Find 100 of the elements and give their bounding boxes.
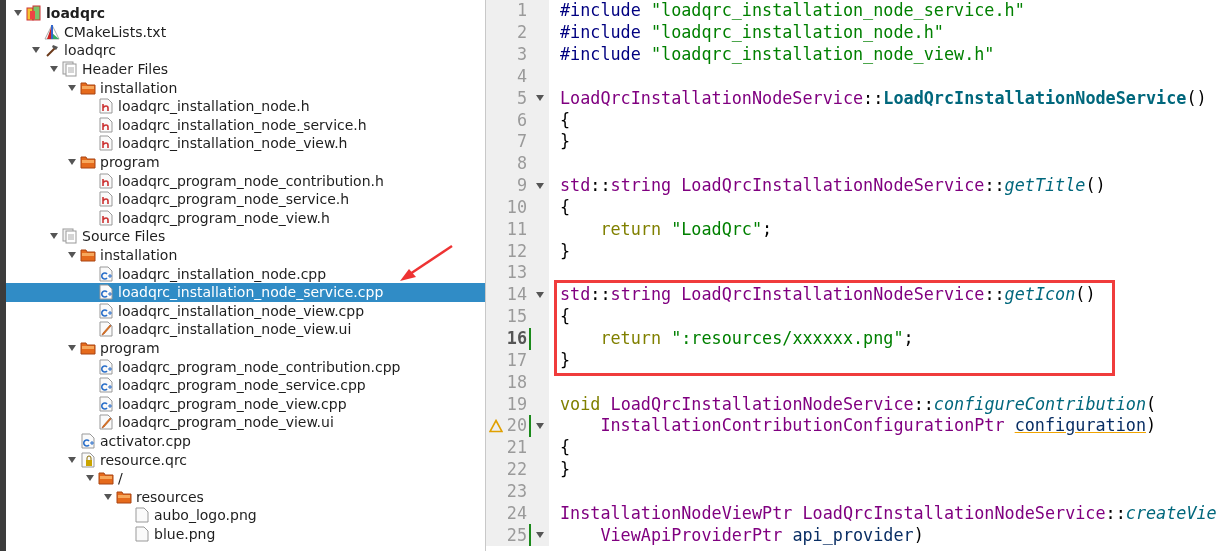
tree-item[interactable]: resources	[6, 487, 485, 507]
tree-item[interactable]: aubo_logo.png	[6, 506, 485, 525]
folder-icon	[80, 79, 96, 96]
locked-file-icon	[80, 451, 96, 468]
tree-item[interactable]: loadqrc_program_node_view.ui	[6, 413, 485, 432]
tree-item-label: program	[100, 153, 160, 172]
tree-item[interactable]: loadqrc_installation_node_view.cpp	[6, 301, 485, 321]
tree-item[interactable]: /	[6, 468, 485, 488]
code-line: {	[559, 436, 571, 460]
code-line: InstallationContributionConfigurationPtr configuration)	[599, 414, 1157, 438]
line-number: 14	[505, 283, 528, 307]
tree-item[interactable]: installation	[6, 78, 485, 97]
source-file-icon	[98, 358, 114, 375]
code-line: {	[559, 108, 571, 132]
line-number: 3	[515, 43, 528, 66]
line-number: 12	[505, 239, 528, 263]
line-number: 1	[515, 0, 528, 23]
line-number: 17	[505, 348, 528, 372]
tree-item-label: loadqrc_installation_node_service.cpp	[118, 283, 384, 302]
code-line: void LoadQrcInstallationNodeService::configureContribution(	[559, 392, 1157, 416]
line-number: 19	[505, 392, 528, 416]
code-line: {	[559, 195, 571, 219]
source-file-icon	[98, 377, 114, 394]
tree-item-label: installation	[100, 78, 178, 97]
header-file-icon	[98, 172, 114, 189]
tree-item[interactable]: loadqrc_installation_node.cpp	[6, 264, 485, 283]
fold-arrow-icon[interactable]	[535, 532, 545, 539]
code-line: ViewApiProviderPtr api_provider)	[599, 523, 924, 547]
folder-icon	[80, 340, 96, 356]
tree-item[interactable]: loadqrc_program_node_view.h	[6, 208, 485, 228]
fold-arrow-icon[interactable]	[535, 95, 545, 102]
tree-item[interactable]: loadqrc_program_node_service.cpp	[6, 375, 485, 395]
header-file-icon	[98, 191, 114, 208]
tree-item[interactable]: CMakeLists.txt	[6, 22, 485, 42]
tree-item[interactable]: loadqrc_installation_node_service.cpp	[6, 282, 485, 302]
line-number: 25	[505, 523, 528, 547]
tree-item[interactable]: activator.cpp	[6, 431, 485, 451]
line-number: 9	[515, 174, 528, 198]
tree-item[interactable]: resource.qrc	[6, 450, 485, 469]
tree-item-label: blue.png	[154, 524, 216, 543]
tree-item[interactable]: loadqrc_program_node_view.cpp	[6, 394, 485, 414]
tree-item[interactable]: loadqrc	[6, 41, 485, 60]
tree-item-label: loadqrc_installation_node.cpp	[118, 264, 327, 283]
tree-item[interactable]: loadqrc_installation_node_view.ui	[6, 320, 485, 339]
tree-item-label: loadqrc_program_node_view.h	[118, 208, 330, 227]
tree-item[interactable]: Header Files	[6, 59, 485, 79]
tree-item-label: aubo_logo.png	[154, 506, 257, 525]
tree-item[interactable]: program	[6, 152, 485, 172]
tree-item-label: loadqrc_installation_node.h	[118, 97, 310, 116]
tree-item-label: resource.qrc	[100, 450, 188, 469]
tree-item-label: loadqrc_installation_node_view.h	[118, 134, 348, 153]
tree-item-label: loadqrc_installation_node_view.cpp	[118, 301, 365, 320]
tree-item[interactable]: Source Files	[6, 227, 485, 246]
folder-icon	[98, 470, 114, 487]
header-file-icon	[98, 98, 114, 115]
line-number: 7	[515, 130, 528, 154]
tree-item-label: loadqrc_installation_node_service.h	[118, 115, 367, 134]
project-icon	[26, 5, 42, 22]
cmake-file-icon	[44, 23, 60, 40]
code-line: }	[559, 130, 571, 154]
tree-item[interactable]: loadqrc	[6, 4, 485, 23]
code-line: }	[559, 239, 571, 263]
tree-item[interactable]: program	[6, 338, 485, 358]
tree-item[interactable]: loadqrc_program_node_service.h	[6, 189, 485, 209]
tree-item-label: loadqrc_program_node_service.cpp	[118, 376, 366, 395]
document-stack-icon	[62, 61, 78, 78]
header-file-icon	[98, 209, 114, 226]
fold-arrow-icon[interactable]	[535, 422, 545, 429]
line-number: 16	[505, 327, 528, 350]
tree-item[interactable]: loadqrc_program_node_contribution.cpp	[6, 357, 485, 376]
tree-item[interactable]: loadqrc_installation_node_service.h	[6, 115, 485, 135]
line-number: 10	[505, 195, 528, 219]
tree-item[interactable]: installation	[6, 245, 485, 265]
folder-icon	[116, 488, 132, 505]
line-number: 8	[515, 152, 528, 176]
code-line: }	[559, 348, 571, 372]
code-line: {	[559, 305, 571, 329]
tree-item[interactable]: loadqrc_program_node_contribution.h	[6, 171, 485, 190]
line-number: 21	[505, 436, 528, 460]
code-line: std::string LoadQrcInstallationNodeService::getTitle()	[559, 174, 1106, 198]
tree-item-label: Source Files	[82, 227, 166, 246]
hammer-icon	[44, 42, 60, 59]
tree-item[interactable]: blue.png	[6, 524, 485, 544]
tree-item[interactable]: loadqrc_installation_node.h	[6, 96, 485, 116]
line-number: 5	[515, 86, 528, 110]
source-file-icon	[98, 395, 114, 412]
line-number: 23	[505, 479, 528, 503]
tree-item-label: installation	[100, 246, 178, 264]
tree-item[interactable]: loadqrc_installation_node_view.h	[6, 134, 485, 153]
source-file-icon	[80, 432, 96, 449]
source-file-icon	[98, 302, 114, 319]
fold-arrow-icon[interactable]	[535, 291, 545, 298]
tree-item-label: loadqrc_program_node_view.cpp	[118, 394, 347, 413]
code-line: InstallationNodeViewPtr LoadQrcInstallationNodeService::createVie	[559, 501, 1217, 525]
annotation-arrow	[398, 244, 454, 284]
document-stack-icon	[62, 228, 78, 245]
file-icon	[134, 507, 150, 524]
tree-item-label: loadqrc	[64, 41, 116, 60]
fold-arrow-icon[interactable]	[535, 182, 545, 189]
header-file-icon	[98, 116, 114, 133]
